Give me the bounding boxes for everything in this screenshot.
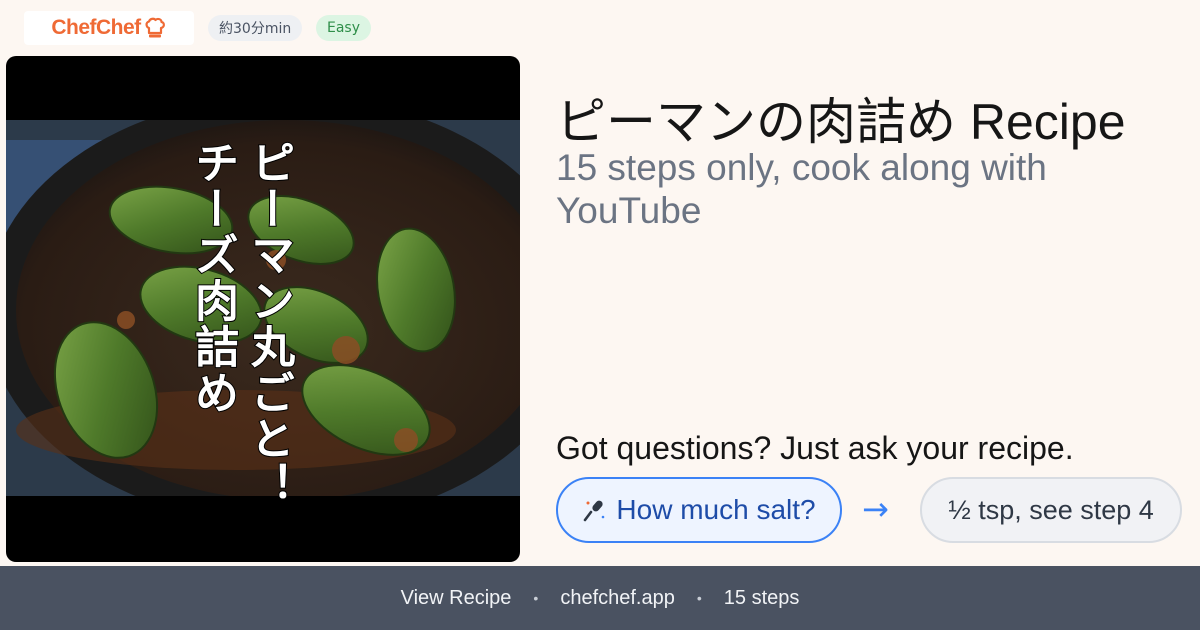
sample-question-bubble[interactable]: How much salt? — [556, 477, 842, 543]
footer-bar: View Recipe • chefchef.app • 15 steps — [0, 566, 1200, 630]
sample-question-text: How much salt? — [616, 494, 816, 525]
view-recipe-link[interactable]: View Recipe — [401, 587, 512, 610]
photo-caption-line1: ピーマン丸ごと！ — [242, 139, 295, 509]
step-count: 15 steps — [723, 586, 800, 609]
brand-logo[interactable]: ChefChef — [24, 11, 194, 45]
separator-dot: • — [696, 590, 702, 606]
arrow-right-icon: → — [862, 490, 889, 528]
recipe-title: ピーマンの肉詰め Recipe — [556, 94, 1126, 150]
chef-hat-icon — [145, 17, 165, 38]
photo-caption-line2: チーズ肉詰め — [186, 139, 239, 417]
recipe-subtitle: 15 steps only, cook along with YouTube — [556, 147, 1047, 231]
recipe-thumbnail[interactable]: ピーマン丸ごと！ チーズ肉詰め — [6, 56, 520, 562]
sample-answer-bubble: ½ tsp, see step 4 — [920, 477, 1182, 543]
difficulty-badge: Easy — [316, 15, 372, 41]
domain-link[interactable]: chefchef.app — [560, 587, 675, 610]
cook-time-badge: 約30分min — [208, 15, 303, 41]
separator-dot: • — [533, 590, 539, 606]
brand-logo-text: ChefChef — [51, 16, 141, 39]
microphone-icon — [584, 500, 605, 522]
ask-heading: Got questions? Just ask your recipe. — [556, 430, 1074, 466]
sample-answer-text: ½ tsp, see step 4 — [948, 494, 1154, 525]
